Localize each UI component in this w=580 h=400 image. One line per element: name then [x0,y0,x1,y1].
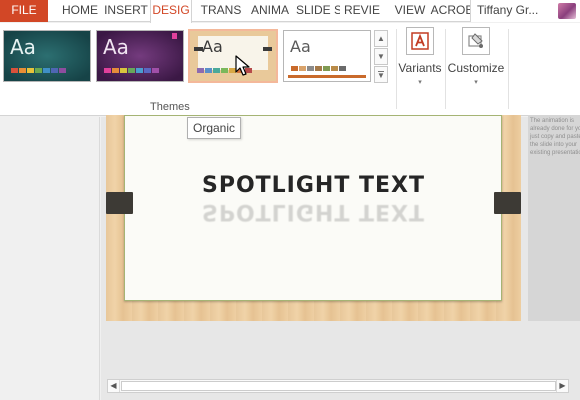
theme-color-swatch [136,68,143,73]
theme-color-swatch [104,68,111,73]
themes-gallery-scroll: ▲ ▼ ▼ [374,30,388,84]
gallery-more-icon[interactable]: ▼ [374,66,388,83]
customize-button[interactable]: Customize ▾ [446,27,506,107]
theme-accent-mark [172,33,177,39]
scroll-left-icon[interactable]: ◀ [108,380,120,392]
theme-color-swatch [339,66,346,71]
tab-review[interactable]: REVIE [344,0,380,22]
slide-title-reflection: SPOTLIGHT TEXT [201,199,426,224]
theme-thumbnail-4[interactable]: Aa [283,30,371,82]
theme-color-swatch [331,66,338,71]
slide-canvas[interactable]: SPOTLIGHT TEXT SPOTLIGHT TEXT [106,115,521,321]
tab-design[interactable]: DESIG [150,0,192,23]
theme-color-swatch [120,68,127,73]
slide-title-text[interactable]: SPOTLIGHT TEXT [106,173,521,198]
theme-color-swatches [291,66,347,71]
customize-icon [462,27,490,55]
theme-color-swatch [221,68,228,73]
tab-view[interactable]: VIEW [392,0,428,22]
variants-icon [406,27,434,55]
theme-color-swatch [59,68,66,73]
slide-editor: SPOTLIGHT TEXT SPOTLIGHT TEXT The animat… [101,115,580,400]
slide-thumbnails-pane[interactable] [0,117,100,400]
theme-strap-right [263,47,272,51]
theme-color-swatch [35,68,42,73]
ribbon-tab-bar: FILE HOME INSERT DESIG TRANS ANIMA SLIDE… [0,0,580,23]
theme-thumbnail-1[interactable]: Aa [3,30,91,82]
theme-thumbnail-organic[interactable]: Aa [188,29,278,83]
tab-file[interactable]: FILE [0,0,48,22]
ribbon-design: Aa Aa Aa Aa ▲ ▼ ▼ Themes Variants ▾ Cust… [0,23,580,116]
ribbon-separator [508,29,509,109]
theme-thumbnail-2[interactable]: Aa [96,30,184,82]
theme-color-swatch [27,68,34,73]
theme-tooltip: Organic [187,117,242,139]
theme-color-swatch [19,68,26,73]
theme-color-swatch [323,66,330,71]
theme-sample-text: Aa [202,37,223,56]
gallery-scroll-down-icon[interactable]: ▼ [374,48,388,65]
theme-color-swatch [43,68,50,73]
themes-group-label: Themes [150,101,190,113]
theme-color-swatch [51,68,58,73]
theme-color-swatch [291,66,298,71]
customize-label: Customize [447,61,505,75]
theme-color-swatch [11,68,18,73]
theme-sample-text: Aa [290,37,311,56]
theme-color-swatches [11,68,67,73]
theme-sample-text: Aa [103,35,129,59]
next-slide-note: The animation is already done for you; j… [530,118,580,156]
tab-animations[interactable]: ANIMA [248,0,292,22]
ribbon-separator [396,29,397,109]
theme-color-swatch [307,66,314,71]
user-name: Tiffany Gr... [477,3,539,17]
variants-caret-icon: ▾ [418,79,422,86]
next-slide-preview[interactable]: The animation is already done for you; j… [528,115,580,321]
horizontal-scrollbar[interactable]: ◀ ▶ [107,379,569,393]
tab-home[interactable]: HOME [60,0,100,22]
user-account[interactable]: Tiffany Gr... [470,0,580,22]
scrollbar-thumb[interactable] [121,381,556,391]
theme-sample-text: Aa [10,35,36,59]
theme-color-swatch [315,66,322,71]
theme-color-swatch [128,68,135,73]
theme-color-swatch [112,68,119,73]
scroll-right-icon[interactable]: ▶ [556,380,568,392]
customize-caret-icon: ▾ [474,79,478,86]
variants-label: Variants [398,61,442,75]
tab-transitions[interactable]: TRANS [198,0,244,22]
avatar [558,3,576,19]
theme-color-swatch [152,68,159,73]
tab-insert[interactable]: INSERT [104,0,148,22]
theme-color-swatch [205,68,212,73]
gallery-scroll-up-icon[interactable]: ▲ [374,30,388,47]
theme-accent-bar [288,75,366,78]
variants-button[interactable]: Variants ▾ [398,27,442,107]
theme-color-swatch [213,68,220,73]
mouse-pointer-icon [235,55,250,76]
theme-color-swatches [104,68,160,73]
theme-color-swatch [299,66,306,71]
theme-color-swatch [197,68,204,73]
tab-acrobat[interactable]: ACROB [430,0,474,22]
theme-color-swatch [144,68,151,73]
more-arrow: ▼ [377,71,385,80]
tab-slide-show[interactable]: SLIDE S [296,0,340,22]
